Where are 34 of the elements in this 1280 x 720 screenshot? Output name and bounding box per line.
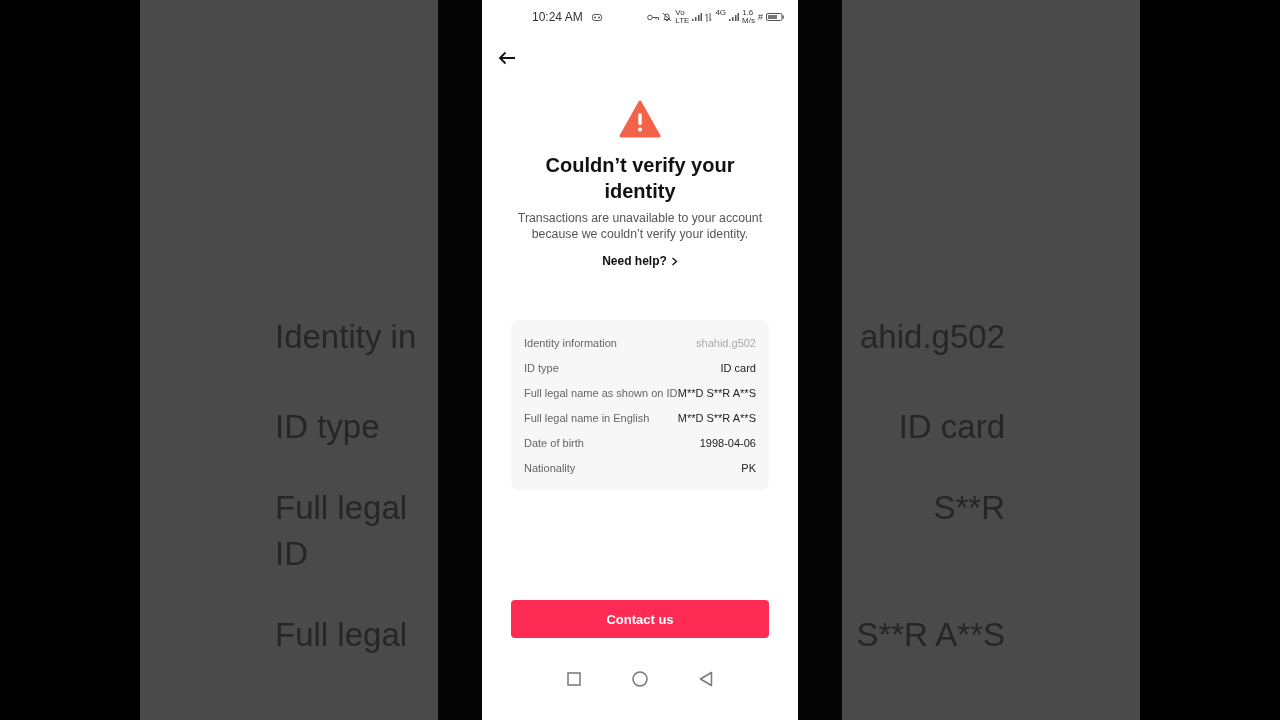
back-icon[interactable] [698,671,713,687]
home-icon[interactable] [632,671,648,687]
field-value: M**D S**R A**S [677,386,756,401]
bell-off-icon [662,12,673,22]
key-icon [647,13,660,21]
signal-icon [692,13,703,21]
page-title: Couldn’t verify your identity [544,153,736,204]
field-label: Full legal name as shown on ID [524,386,678,401]
hotspot-label: # [758,12,763,22]
chevron-icon [670,256,678,266]
field-label: Identity information [524,336,617,351]
help-link[interactable]: Need help? [602,254,678,268]
speed-label: 1.6 M/s [742,9,755,25]
recent-apps-icon[interactable] [567,672,582,686]
data-arrows-icon [705,12,713,22]
field-value: shahid.g502 [696,336,756,351]
network-label: 4G [715,8,727,17]
field-label: Date of birth [524,436,584,451]
field-label: Nationality [524,461,576,476]
message-text: Transactions are unavailable to your account because we couldn’t verify your identity. [516,210,764,242]
field-value: ID card [720,361,756,376]
field-value: M**D S**R A**S [677,411,756,426]
back-arrow-icon[interactable] [498,51,516,65]
battery-icon [766,13,784,21]
warning-icon [619,100,661,138]
contact-button[interactable]: Contact us [511,600,769,638]
signal-icon [729,13,740,21]
field-label: ID type [524,361,559,376]
field-value: 1998-04-06 [699,436,756,451]
field-value: PK [741,461,756,476]
field-label: Full legal name in English [524,411,650,426]
gamepad-icon [591,13,602,21]
volte-label: Vo LTE [675,9,690,25]
status-time: 10:24 AM [532,10,583,24]
